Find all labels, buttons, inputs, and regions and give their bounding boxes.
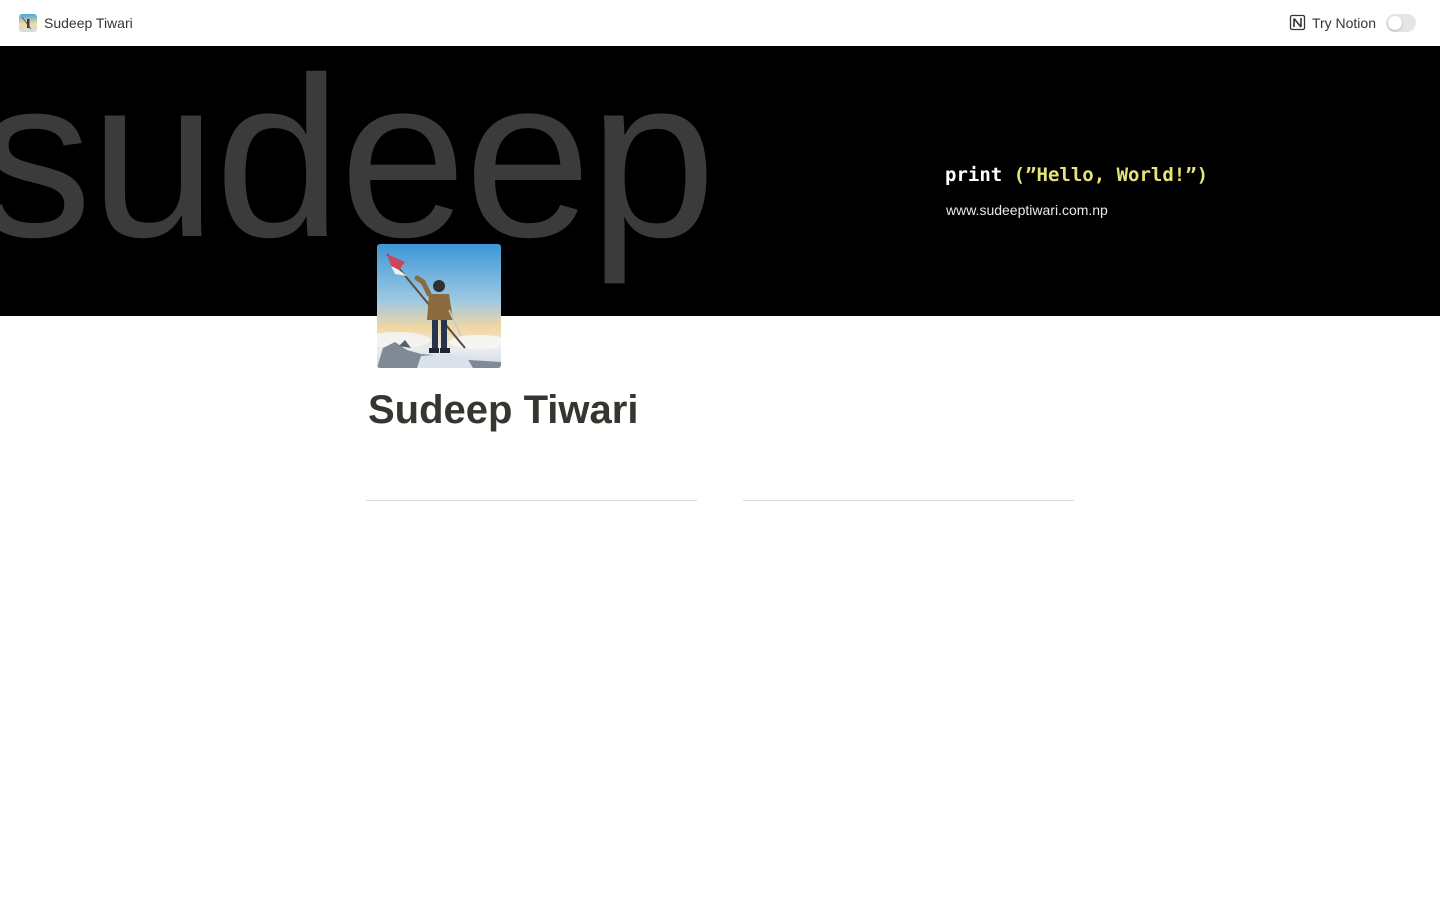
try-notion-link[interactable]: Try Notion [1289, 14, 1376, 31]
page-title: Sudeep Tiwari [368, 388, 639, 432]
cover-image: sudeep print (”Hello, World!”) www.sudee… [0, 46, 1440, 316]
column-divider-left [366, 500, 697, 501]
cover-code-string: (”Hello, World!”) [1013, 164, 1209, 186]
notion-logo-icon [1289, 14, 1306, 31]
theme-toggle[interactable] [1386, 13, 1416, 32]
cover-code-line: print (”Hello, World!”) [945, 164, 1208, 186]
profile-thumbnail-icon [19, 13, 37, 32]
breadcrumb-label: Sudeep Tiwari [44, 14, 133, 31]
breadcrumb[interactable]: Sudeep Tiwari [19, 13, 133, 32]
column-divider-right [743, 500, 1074, 501]
cover-url: www.sudeeptiwari.com.np [946, 202, 1108, 218]
cover-code-print: print [945, 164, 1003, 186]
try-notion-label: Try Notion [1311, 14, 1376, 31]
toggle-knob [1388, 15, 1402, 30]
cover-large-word: sudeep [0, 46, 716, 285]
top-bar: Sudeep Tiwari Try Notion [0, 0, 1440, 45]
page-icon-photo[interactable] [377, 244, 501, 368]
top-bar-actions: Try Notion [1289, 13, 1416, 32]
